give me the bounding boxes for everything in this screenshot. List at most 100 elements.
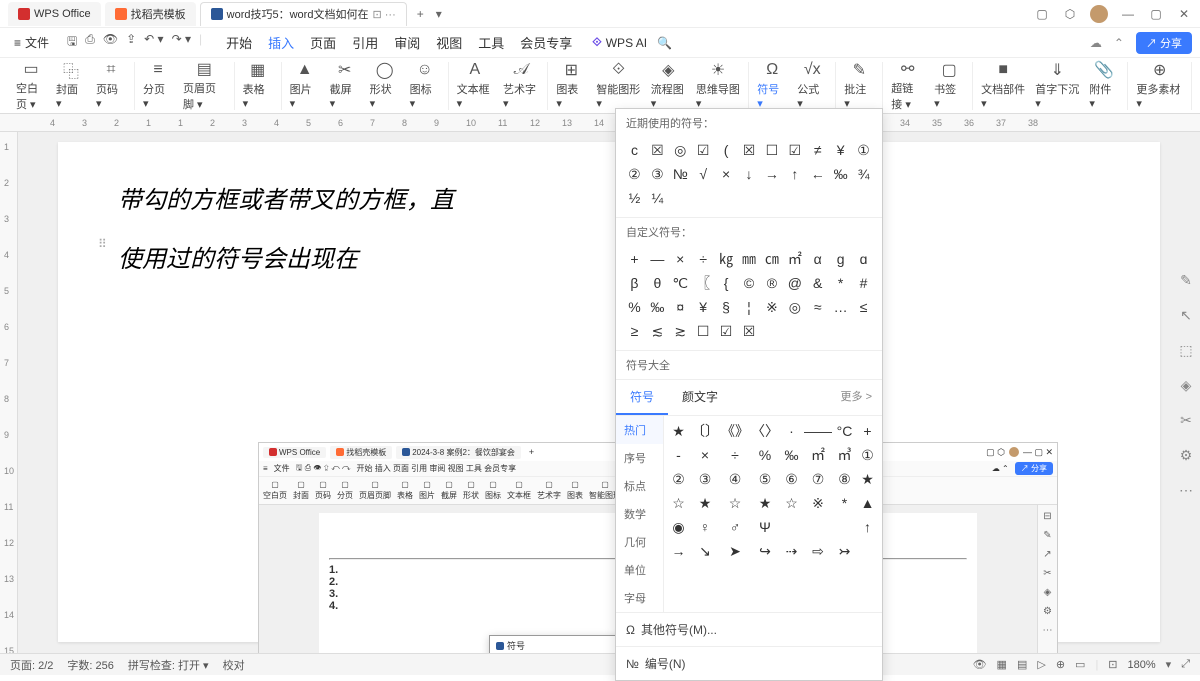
recent-symbol-cell[interactable]: ½ bbox=[624, 187, 645, 209]
rail-shape-icon[interactable]: ◈ bbox=[1181, 377, 1192, 394]
ribbon-公式[interactable]: √x公式 ▾ bbox=[797, 61, 827, 110]
cat-symbol-cell[interactable]: ① bbox=[857, 444, 878, 466]
ribbon-封面[interactable]: ⿻封面 ▾ bbox=[56, 61, 86, 110]
cat-symbol-cell[interactable] bbox=[857, 540, 878, 562]
custom-symbol-cell[interactable]: # bbox=[853, 272, 874, 294]
quick-save-icon[interactable]: 🖫 bbox=[67, 32, 77, 53]
custom-symbol-cell[interactable]: ≲ bbox=[647, 320, 668, 342]
custom-symbol-cell[interactable]: θ bbox=[647, 272, 668, 294]
close-button[interactable]: ✕ bbox=[1176, 6, 1192, 22]
recent-symbol-cell[interactable]: ≠ bbox=[807, 139, 828, 161]
recent-symbol-cell[interactable]: ☑ bbox=[784, 139, 805, 161]
cat-symbol-cell[interactable]: ㎥ bbox=[834, 444, 855, 466]
minimize-button[interactable]: — bbox=[1120, 6, 1136, 22]
custom-symbol-cell[interactable]: ¥ bbox=[693, 296, 714, 318]
status-layout2-icon[interactable]: ▤ bbox=[1017, 658, 1027, 671]
cat-symbol-cell[interactable]: ÷ bbox=[721, 444, 749, 466]
custom-symbol-cell[interactable]: ≥ bbox=[624, 320, 645, 342]
symbol-cat-标点[interactable]: 标点 bbox=[616, 472, 663, 500]
other-symbols-menu[interactable]: Ω其他符号(M)... bbox=[616, 612, 882, 646]
cat-symbol-cell[interactable]: ▲ bbox=[857, 492, 878, 514]
share-button[interactable]: ↗ 分享 bbox=[1136, 32, 1192, 54]
ribbon-文档部件[interactable]: ■文档部件 ▾ bbox=[981, 61, 1025, 110]
menu-tab-reference[interactable]: 引用 bbox=[352, 33, 378, 52]
rail-cursor-icon[interactable]: ↖ bbox=[1180, 307, 1192, 324]
menu-tab-insert[interactable]: 插入 bbox=[268, 33, 294, 52]
cat-symbol-cell[interactable] bbox=[804, 516, 832, 538]
cat-symbol-cell[interactable]: ※ bbox=[804, 492, 832, 514]
recent-symbol-cell[interactable]: ☒ bbox=[739, 139, 760, 161]
status-words[interactable]: 字数: 256 bbox=[67, 657, 113, 673]
custom-symbol-cell[interactable]: ☒ bbox=[739, 320, 760, 342]
recent-symbol-cell[interactable]: ¥ bbox=[830, 139, 851, 161]
custom-symbol-cell[interactable]: @ bbox=[784, 272, 805, 294]
cat-symbol-cell[interactable]: ③ bbox=[691, 468, 719, 490]
recent-symbol-cell[interactable]: ↓ bbox=[739, 163, 760, 185]
custom-symbol-cell[interactable]: ÷ bbox=[693, 248, 714, 270]
status-proof[interactable]: 校对 bbox=[223, 657, 245, 673]
rail-more-icon[interactable]: ⋯ bbox=[1179, 482, 1193, 499]
rail-select-icon[interactable]: ⬚ bbox=[1179, 342, 1192, 359]
ribbon-更多素材[interactable]: ⊕更多素材 ▾ bbox=[1136, 61, 1183, 110]
cat-symbol-cell[interactable] bbox=[804, 564, 832, 586]
wps-ai-button[interactable]: ⟐WPS AI🔍 bbox=[592, 35, 672, 50]
zoom-level[interactable]: 180% bbox=[1128, 659, 1156, 671]
cat-symbol-cell[interactable]: ☆ bbox=[781, 492, 802, 514]
status-globe-icon[interactable]: ⊕ bbox=[1056, 658, 1065, 671]
cat-symbol-cell[interactable] bbox=[834, 564, 855, 586]
status-spell[interactable]: 拼写检查: 打开 ▾ bbox=[128, 657, 209, 673]
ruler-vertical[interactable]: 123456789101112131415 bbox=[0, 132, 18, 653]
cat-symbol-cell[interactable]: ◉ bbox=[668, 516, 689, 538]
ribbon-图表[interactable]: ⊞图表 ▾ bbox=[556, 61, 586, 110]
cat-symbol-cell[interactable]: % bbox=[751, 444, 779, 466]
menu-tab-tools[interactable]: 工具 bbox=[478, 33, 504, 52]
custom-symbol-cell[interactable]: § bbox=[716, 296, 737, 318]
ribbon-文本框[interactable]: A文本框 ▾ bbox=[457, 61, 493, 110]
tab-document[interactable]: word技巧5：word文档如何在⊡ ··· bbox=[200, 2, 407, 26]
status-expand-icon[interactable]: ⤢ bbox=[1181, 658, 1190, 671]
custom-symbol-cell[interactable]: ≈ bbox=[807, 296, 828, 318]
cat-symbol-cell[interactable]: ⇨ bbox=[804, 540, 832, 562]
cat-symbol-cell[interactable]: ★ bbox=[691, 492, 719, 514]
custom-symbol-cell[interactable]: α bbox=[807, 248, 828, 270]
custom-symbol-cell[interactable]: β bbox=[624, 272, 645, 294]
custom-symbol-cell[interactable]: ‰ bbox=[647, 296, 668, 318]
custom-symbol-cell[interactable]: * bbox=[830, 272, 851, 294]
cat-symbol-cell[interactable]: ↑ bbox=[857, 516, 878, 538]
tab-wps-office[interactable]: WPS Office bbox=[8, 2, 101, 26]
recent-symbol-cell[interactable]: № bbox=[670, 163, 691, 185]
tab-add-button[interactable]: + bbox=[411, 7, 430, 21]
custom-symbol-cell[interactable]: ɡ bbox=[830, 248, 851, 270]
custom-symbol-cell[interactable]: ㎝ bbox=[761, 248, 782, 270]
cat-symbol-cell[interactable]: ⇢ bbox=[781, 540, 802, 562]
cat-symbol-cell[interactable]: * bbox=[834, 492, 855, 514]
quick-print-icon[interactable]: ⎙ bbox=[85, 32, 95, 53]
cat-symbol-cell[interactable]: ⑧ bbox=[834, 468, 855, 490]
cat-symbol-cell[interactable] bbox=[834, 516, 855, 538]
cat-symbol-cell[interactable]: ★ bbox=[668, 420, 689, 442]
custom-symbol-cell[interactable]: ɑ bbox=[853, 248, 874, 270]
tab-templates[interactable]: 找稻壳模板 bbox=[105, 2, 196, 26]
zoom-dropdown-icon[interactable]: ▾ bbox=[1166, 658, 1172, 671]
custom-symbol-cell[interactable]: 〖 bbox=[693, 272, 714, 294]
symbol-cat-序号[interactable]: 序号 bbox=[616, 444, 663, 472]
search-icon[interactable]: 🔍 bbox=[657, 36, 672, 50]
cat-symbol-cell[interactable] bbox=[781, 516, 802, 538]
cat-symbol-cell[interactable]: → bbox=[668, 540, 689, 562]
cat-symbol-cell[interactable]: ⑥ bbox=[781, 468, 802, 490]
recent-symbol-cell[interactable]: ☒ bbox=[647, 139, 668, 161]
cat-symbol-cell[interactable]: 〔〕 bbox=[691, 420, 719, 442]
custom-symbol-cell[interactable]: & bbox=[807, 272, 828, 294]
cat-symbol-cell[interactable]: ② bbox=[668, 468, 689, 490]
custom-symbol-cell[interactable]: ㎜ bbox=[739, 248, 760, 270]
ribbon-图标[interactable]: ☺图标 ▾ bbox=[410, 61, 440, 110]
ribbon-智能图形[interactable]: ⟐智能图形 ▾ bbox=[596, 61, 640, 110]
custom-symbol-cell[interactable]: × bbox=[670, 248, 691, 270]
symbol-cat-数学[interactable]: 数学 bbox=[616, 500, 663, 528]
custom-symbol-cell[interactable]: ◎ bbox=[784, 296, 805, 318]
rail-pen-icon[interactable]: ✎ bbox=[1180, 272, 1192, 289]
recent-symbol-cell[interactable]: √ bbox=[693, 163, 714, 185]
status-fit-icon[interactable]: ⊡ bbox=[1108, 658, 1117, 671]
status-layout1-icon[interactable]: ▦ bbox=[997, 658, 1007, 671]
symbol-cat-单位[interactable]: 单位 bbox=[616, 556, 663, 584]
